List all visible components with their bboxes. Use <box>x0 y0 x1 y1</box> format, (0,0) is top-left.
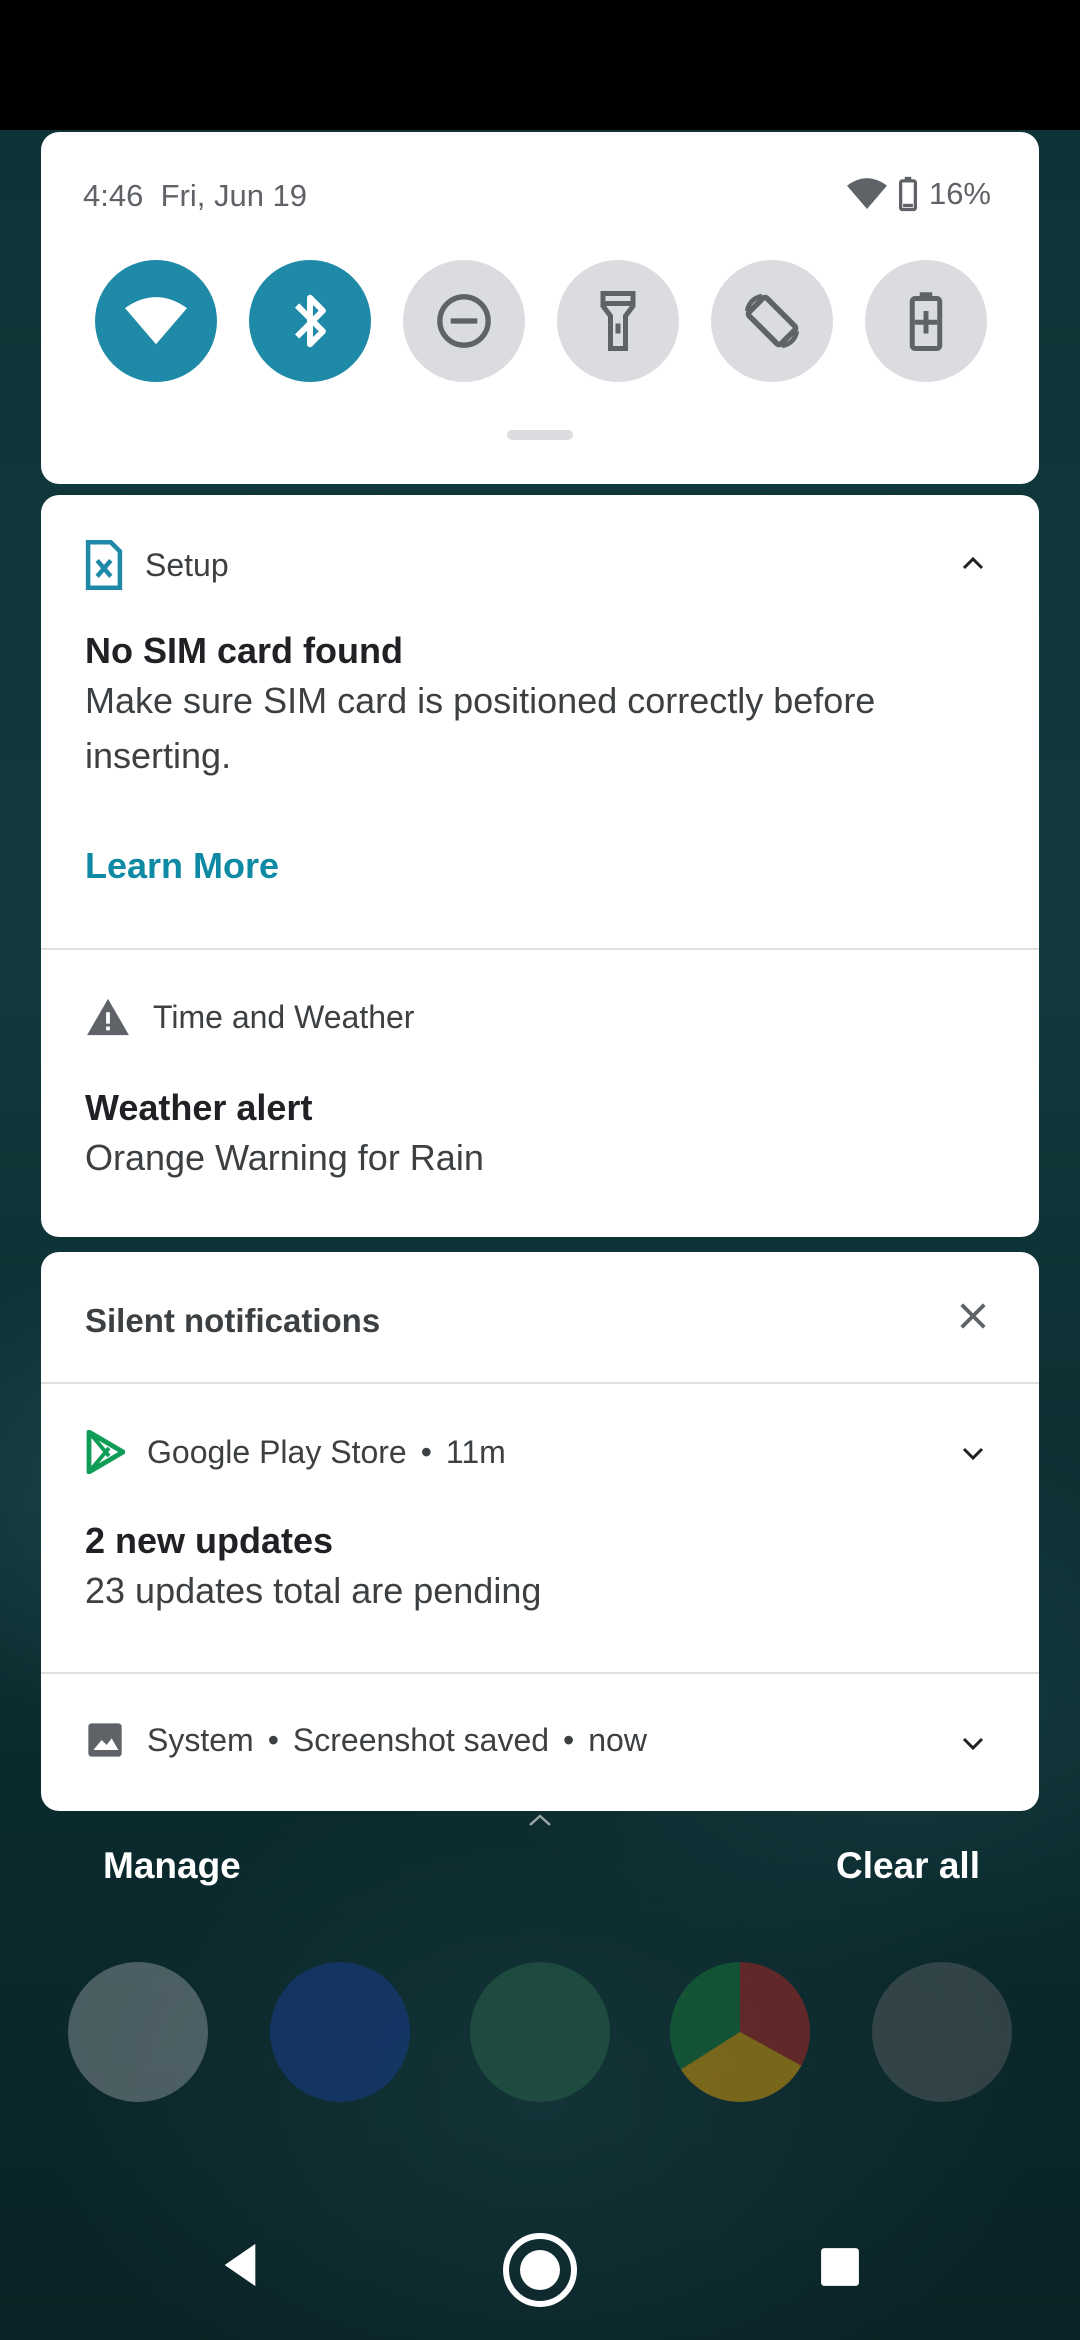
google-folder-icon[interactable] <box>68 1962 208 2102</box>
notification-body: 23 updates total are pending <box>85 1570 542 1611</box>
back-button[interactable] <box>210 2235 270 2295</box>
notification-text: Screenshot saved <box>292 1721 550 1758</box>
battery-plus-icon <box>909 292 943 351</box>
notification-body: Make sure SIM card is positioned correct… <box>85 680 876 776</box>
minus-circle-icon <box>437 294 491 348</box>
flashlight-icon <box>600 291 636 351</box>
notification-title: 2 new updates <box>85 1520 334 1561</box>
chevron-down-icon <box>962 1737 984 1751</box>
collapse-button[interactable] <box>953 543 993 583</box>
expand-button[interactable] <box>953 1434 993 1474</box>
dismiss-silent-button[interactable] <box>951 1294 995 1338</box>
dock <box>0 1962 1080 2102</box>
image-icon <box>88 1723 122 1757</box>
separator-dot: • <box>267 1721 279 1758</box>
battery-icon <box>898 176 917 212</box>
auto-rotate-tile[interactable] <box>711 260 833 382</box>
close-icon <box>960 1303 986 1329</box>
app-name: Time and Weather <box>153 998 415 1035</box>
chrome-icon[interactable] <box>670 1962 810 2102</box>
rotate-icon <box>744 293 800 349</box>
status-bar <box>0 0 1080 130</box>
recents-icon <box>821 2248 859 2286</box>
app-name: Setup <box>145 546 229 583</box>
app-name: System <box>147 1721 254 1758</box>
manage-button[interactable]: Manage <box>103 1845 241 1887</box>
quick-settings-tiles <box>95 260 987 382</box>
silent-notifications: Silent notifications Google Play Store •… <box>41 1252 1039 1811</box>
notification-time: 11m <box>445 1433 506 1470</box>
do-not-disturb-tile[interactable] <box>403 260 525 382</box>
wifi-tile[interactable] <box>95 260 217 382</box>
chevron-up-icon <box>529 1814 551 1826</box>
status-indicators: 16% <box>846 176 991 212</box>
learn-more-button[interactable]: Learn More <box>85 845 279 887</box>
clear-all-button[interactable]: Clear all <box>836 1845 980 1887</box>
date: Fri, Jun 19 <box>160 178 308 213</box>
bluetooth-tile[interactable] <box>249 260 371 382</box>
bluetooth-icon <box>294 294 326 348</box>
notification-time: now <box>588 1721 647 1758</box>
recents-button[interactable] <box>810 2237 870 2297</box>
time: 4:46 <box>83 178 144 213</box>
chevron-down-icon <box>962 1447 984 1461</box>
back-icon <box>224 2243 256 2287</box>
messages-icon[interactable] <box>270 1962 410 2102</box>
expand-button[interactable] <box>953 1724 993 1764</box>
divider <box>41 1382 1039 1384</box>
sim-error-icon <box>85 540 123 590</box>
divider <box>41 1672 1039 1674</box>
wifi-status-icon <box>846 178 887 209</box>
flashlight-tile[interactable] <box>557 260 679 382</box>
notification-header: Google Play Store • 11m <box>85 1430 506 1474</box>
chevron-up-icon <box>962 556 984 570</box>
drag-handle[interactable] <box>507 430 573 440</box>
battery-saver-tile[interactable] <box>865 260 987 382</box>
home-icon <box>503 2233 577 2307</box>
datetime: 4:46 Fri, Jun 19 <box>83 178 307 214</box>
motorola-icon[interactable] <box>470 1962 610 2102</box>
navigation-bar <box>0 2215 1080 2340</box>
notification-header: System • Screenshot saved • now <box>85 1720 647 1760</box>
warning-icon <box>87 998 129 1036</box>
notification-body: Orange Warning for Rain <box>85 1137 484 1178</box>
battery-percent: 16% <box>928 176 991 211</box>
notification-title: No SIM card found <box>85 630 403 671</box>
home-button[interactable] <box>500 2230 580 2310</box>
quick-settings-panel: 4:46 Fri, Jun 19 16% <box>41 132 1039 484</box>
play-store-icon <box>86 1430 125 1474</box>
notification-header: Setup <box>85 540 229 590</box>
wifi-icon <box>125 297 187 345</box>
app-name: Google Play Store <box>147 1433 407 1470</box>
divider <box>41 948 1039 950</box>
alerting-notifications: Setup No SIM card found Make sure SIM ca… <box>41 495 1039 1237</box>
silent-header: Silent notifications <box>85 1302 381 1339</box>
camera-icon[interactable] <box>872 1962 1012 2102</box>
notification-title: Weather alert <box>85 1087 313 1128</box>
separator-dot: • <box>420 1433 432 1470</box>
notification-header: Time and Weather <box>85 997 414 1037</box>
separator-dot: • <box>563 1721 575 1758</box>
